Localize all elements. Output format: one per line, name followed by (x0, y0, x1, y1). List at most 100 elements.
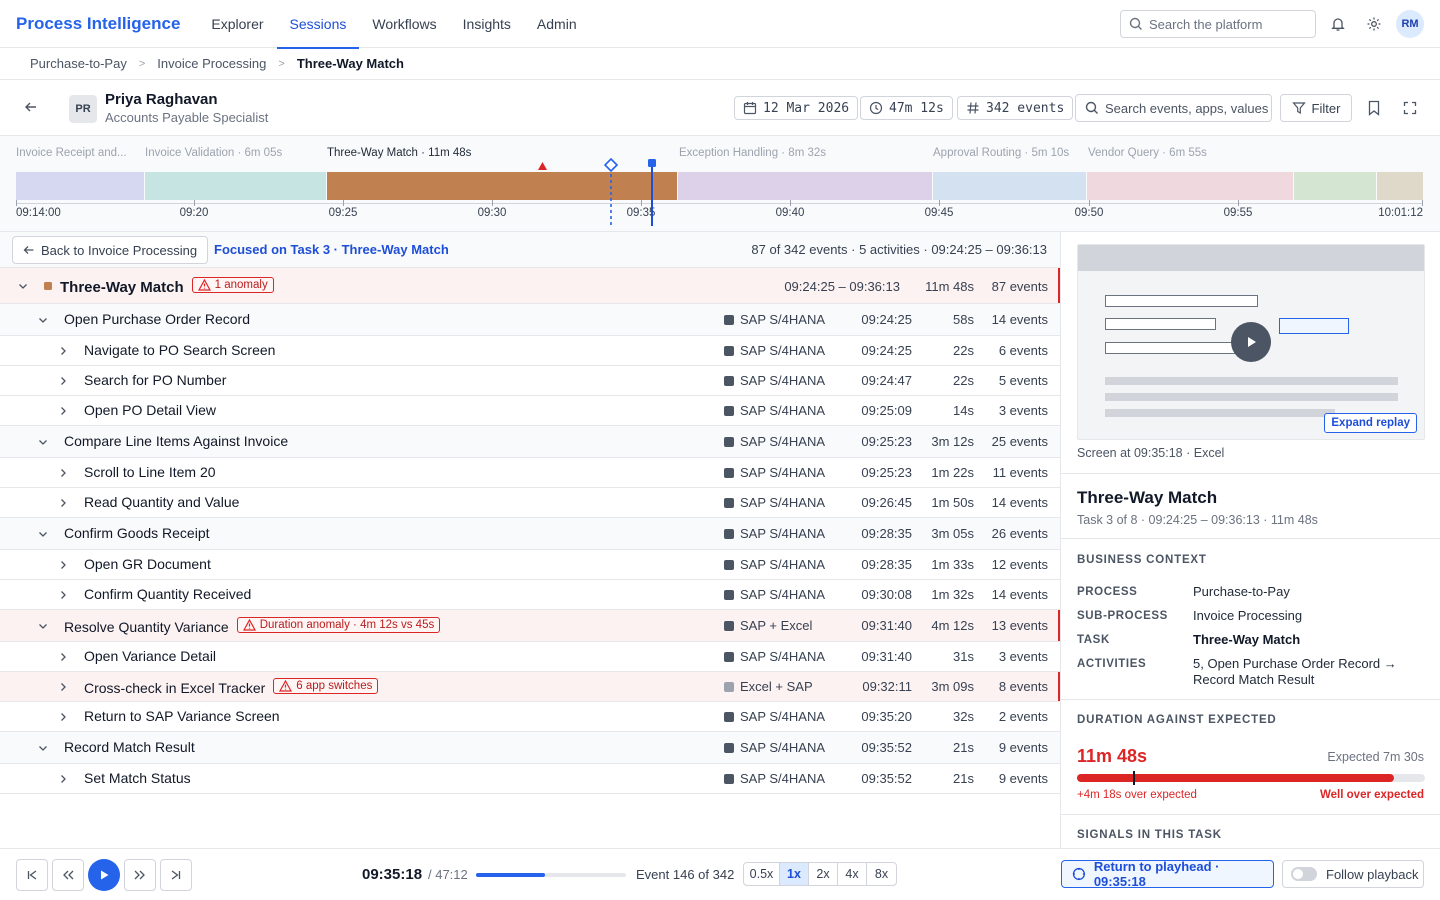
app-swatch (724, 467, 734, 478)
chevron-right-icon[interactable] (56, 588, 70, 602)
panel-subtitle: Task 3 of 8 · 09:24:25 – 09:36:13 · 11m … (1077, 513, 1318, 527)
chevron-right-icon[interactable] (56, 374, 70, 388)
chevron-down-icon[interactable] (36, 527, 50, 541)
step-row[interactable]: Read Quantity and Value SAP S/4HANA 09:26:… (0, 488, 1060, 518)
activity-row[interactable]: Compare Line Items Against Invoice SAP S/… (0, 426, 1060, 458)
notifications-button[interactable] (1326, 12, 1350, 36)
chevron-down-icon[interactable] (36, 741, 50, 755)
step-row[interactable]: Navigate to PO Search Screen SAP S/4HANA 0… (0, 336, 1060, 366)
row-app-label: SAP S/4HANA (740, 649, 826, 664)
chevron-right-icon[interactable] (56, 650, 70, 664)
context-key-subprocess: SUB-PROCESS (1077, 610, 1168, 622)
chevron-down-icon[interactable] (36, 435, 50, 449)
chevron-right-icon[interactable] (56, 466, 70, 480)
step-row[interactable]: Return to SAP Variance Screen SAP S/4HANA… (0, 702, 1060, 732)
nav-tab-admin[interactable]: Admin (524, 0, 590, 48)
activity-rows: Open Purchase Order Record SAP S/4HANA 09:… (0, 304, 1060, 794)
step-row[interactable]: Cross-check in Excel Tracker 6 app switch… (0, 672, 1060, 702)
chevron-right-icon[interactable] (56, 404, 70, 418)
brand-logo[interactable]: Process Intelligence (16, 14, 180, 34)
speed-selector: 0.5x 1x 2x 4x 8x (743, 862, 897, 886)
playback-scrubber-fill (476, 873, 545, 877)
speed-2x[interactable]: 2x (809, 863, 838, 885)
chevron-right-icon[interactable] (56, 680, 70, 694)
expand-replay-button[interactable]: Expand replay (1324, 413, 1417, 433)
session-timeline[interactable]: Invoice Receipt and... Invoice Validatio… (0, 136, 1440, 232)
step-row[interactable]: Open GR Document SAP S/4HANA 09:28:35 1m 33… (0, 550, 1060, 580)
toggle-switch[interactable] (1291, 867, 1317, 881)
task-row[interactable]: Three-Way Match 1 anomaly 09:24:25 – 09:3… (0, 268, 1060, 304)
speed-4x[interactable]: 4x (838, 863, 867, 885)
return-to-playhead-button[interactable]: Return to playhead · 09:35:18 (1061, 859, 1274, 889)
event-search-input[interactable] (1105, 100, 1270, 116)
platform-search[interactable] (1120, 10, 1316, 38)
nav-tab-workflows[interactable]: Workflows (359, 0, 449, 48)
nav-tab-insights[interactable]: Insights (450, 0, 524, 48)
settings-button[interactable] (1362, 12, 1386, 36)
filter-label: Filter (1311, 100, 1341, 116)
duration-heading: DURATION AGAINST EXPECTED (1077, 714, 1277, 726)
replay-window-bar (1078, 245, 1424, 271)
previous-event-button[interactable] (52, 859, 84, 891)
focus-stats: 87 of 342 events · 5 activities · 09:24:… (751, 242, 1047, 257)
step-row[interactable]: Open PO Detail View SAP S/4HANA 09:25:09 14… (0, 396, 1060, 426)
row-app-label: SAP S/4HANA (740, 312, 826, 327)
chevron-right-icon[interactable] (56, 772, 70, 786)
chevron-down-icon[interactable] (36, 313, 50, 327)
row-events: 13 events (991, 618, 1048, 633)
breadcrumb-subprocess[interactable]: Invoice Processing (157, 56, 266, 71)
skip-to-end-button[interactable] (160, 859, 192, 891)
activity-row[interactable]: Record Match Result SAP S/4HANA 09:35:52 21… (0, 732, 1060, 764)
screen-replay-thumbnail[interactable]: Expand replay (1077, 244, 1425, 440)
chevron-right-icon[interactable] (56, 558, 70, 572)
step-row[interactable]: Confirm Quantity Received SAP S/4HANA 09:3… (0, 580, 1060, 610)
replay-play-button[interactable] (1231, 322, 1271, 362)
row-app: SAP S/4HANA (724, 740, 825, 755)
nav-tab-sessions[interactable]: Sessions (276, 0, 360, 49)
anomaly-badge[interactable]: Duration anomaly · 4m 12s vs 45s (236, 617, 441, 633)
breadcrumb-process[interactable]: Purchase-to-Pay (30, 56, 127, 71)
row-name: Read Quantity and Value (84, 494, 239, 510)
activity-tree: Three-Way Match 1 anomaly 09:24:25 – 09:3… (0, 268, 1060, 794)
chevron-right-icon[interactable] (56, 496, 70, 510)
activity-row[interactable]: Open Purchase Order Record SAP S/4HANA 09:… (0, 304, 1060, 336)
anomaly-badge[interactable]: 1 anomaly (191, 277, 274, 293)
row-name: Search for PO Number (84, 372, 226, 388)
playback-scrubber[interactable] (476, 873, 626, 877)
next-event-button[interactable] (124, 859, 156, 891)
step-row[interactable]: Scroll to Line Item 20 SAP S/4HANA 09:25:2… (0, 458, 1060, 488)
bookmark-button[interactable] (1362, 96, 1386, 120)
row-name: Open GR Document (84, 556, 211, 572)
filter-button[interactable]: Filter (1280, 94, 1352, 122)
chevron-down-icon[interactable] (16, 279, 30, 293)
step-row[interactable]: Set Match Status SAP S/4HANA 09:35:52 21s 9 … (0, 764, 1060, 794)
skip-to-start-button[interactable] (16, 859, 48, 891)
back-to-parent-button[interactable]: Back to Invoice Processing (12, 236, 209, 264)
step-row[interactable]: Search for PO Number SAP S/4HANA 09:24:47 2… (0, 366, 1060, 396)
session-duration: 47m 12s (889, 100, 944, 116)
fullscreen-button[interactable] (1398, 96, 1422, 120)
event-search[interactable] (1075, 94, 1272, 122)
activity-row[interactable]: Resolve Quantity Variance Duration anomal… (0, 610, 1060, 642)
nav-tabs: Explorer Sessions Workflows Insights Adm… (198, 0, 590, 49)
chevron-right-icon[interactable] (56, 344, 70, 358)
chevron-down-icon[interactable] (36, 619, 50, 633)
target-icon (1072, 867, 1085, 881)
context-key-activities: ACTIVITIES (1077, 658, 1147, 670)
anomaly-marker-icon (538, 162, 547, 170)
step-row[interactable]: Open Variance Detail SAP S/4HANA 09:31:40 3… (0, 642, 1060, 672)
user-avatar-pr: PR (69, 95, 97, 123)
user-avatar[interactable]: RM (1396, 10, 1424, 38)
context-value-process: Purchase-to-Pay (1193, 584, 1290, 599)
follow-playback-toggle[interactable]: Follow playback (1282, 860, 1424, 888)
speed-0-5x[interactable]: 0.5x (744, 863, 780, 885)
platform-search-input[interactable] (1149, 16, 1309, 32)
play-button[interactable] (88, 859, 120, 891)
speed-8x[interactable]: 8x (867, 863, 896, 885)
back-button[interactable] (20, 96, 42, 118)
nav-tab-explorer[interactable]: Explorer (198, 0, 276, 48)
anomaly-badge[interactable]: 6 app switches (273, 678, 379, 694)
activity-row[interactable]: Confirm Goods Receipt SAP S/4HANA 09:28:35… (0, 518, 1060, 550)
chevron-right-icon[interactable] (56, 710, 70, 724)
speed-1x[interactable]: 1x (780, 863, 809, 885)
